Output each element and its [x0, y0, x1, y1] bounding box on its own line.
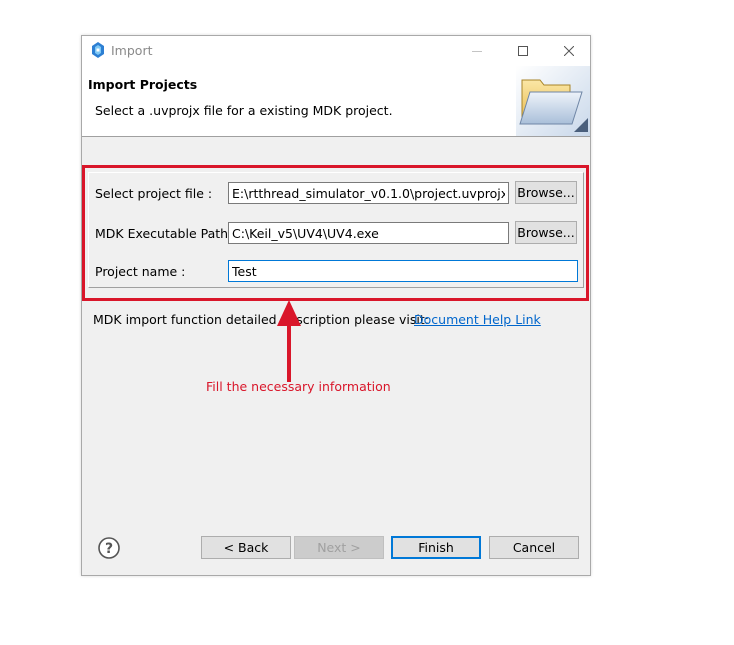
- import-dialog: Import Import Projects Select a .uvprojx…: [81, 35, 591, 576]
- finish-button[interactable]: Finish: [391, 536, 481, 559]
- maximize-icon: [518, 46, 528, 56]
- rt-thread-studio-icon: [92, 42, 104, 58]
- highlight-box: [82, 165, 589, 301]
- close-button[interactable]: [546, 36, 592, 66]
- title-bar[interactable]: Import: [82, 36, 590, 66]
- document-help-link[interactable]: Document Help Link: [414, 312, 541, 327]
- next-button[interactable]: Next >: [294, 536, 384, 559]
- back-button[interactable]: < Back: [201, 536, 291, 559]
- minimize-button[interactable]: [454, 36, 500, 66]
- cancel-button[interactable]: Cancel: [489, 536, 579, 559]
- page-title: Import Projects: [88, 77, 198, 92]
- minimize-icon: [472, 51, 482, 52]
- annotation-text: Fill the necessary information: [206, 379, 391, 394]
- window-title: Import: [111, 43, 153, 58]
- maximize-button[interactable]: [500, 36, 546, 66]
- page-description: Select a .uvprojx file for a existing MD…: [95, 103, 393, 118]
- help-icon[interactable]: ?: [97, 536, 121, 560]
- arrow-up-icon: [277, 300, 301, 382]
- info-text: MDK import function detailed description…: [93, 312, 429, 327]
- close-icon: [564, 46, 574, 56]
- wizard-header: Import Projects Select a .uvprojx file f…: [82, 66, 590, 137]
- folder-icon: [516, 66, 590, 136]
- svg-text:?: ?: [105, 541, 113, 557]
